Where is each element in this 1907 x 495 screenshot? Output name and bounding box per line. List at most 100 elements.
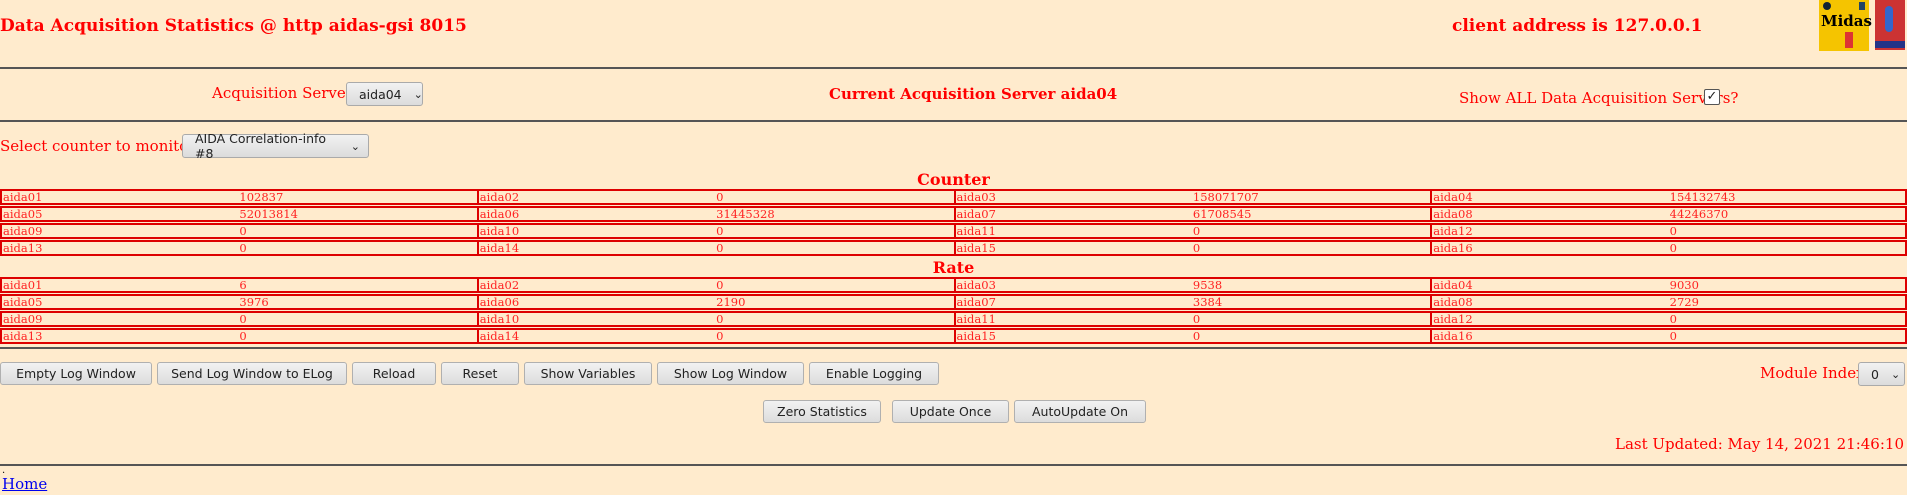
acquisition-servers-label: Acquisition Servers	[212, 84, 361, 102]
value-cell: 0	[1191, 240, 1431, 256]
value-cell: 0	[1668, 328, 1907, 344]
table-row: aida01 102837 aida02 0 aida03 158071707 aida04…	[0, 189, 1907, 205]
value-cell: 0	[715, 223, 954, 239]
divider	[0, 120, 1907, 122]
value-cell: 3976	[238, 294, 477, 310]
table-row: aida09 0 aida10 0 aida11 0 aida12 0	[0, 311, 1907, 327]
server-name-cell: aida01	[0, 277, 239, 293]
value-cell: 0	[1668, 311, 1907, 327]
server-name-cell: aida06	[476, 294, 716, 310]
value-cell: 0	[1191, 223, 1431, 239]
value-cell: 52013814	[238, 206, 477, 222]
value-cell: 154132743	[1668, 189, 1907, 205]
server-name-cell: aida11	[953, 223, 1192, 239]
value-cell: 0	[238, 223, 477, 239]
value-cell: 0	[1191, 328, 1431, 344]
value-cell: 9030	[1668, 277, 1907, 293]
value-cell: 0	[1191, 311, 1431, 327]
table-row: aida01 6 aida02 0 aida03 9538 aida04 9030	[0, 277, 1907, 293]
value-cell: 0	[238, 328, 477, 344]
server-name-cell: aida09	[0, 223, 239, 239]
select-counter-label: Select counter to monitor	[0, 137, 196, 155]
server-name-cell: aida02	[476, 189, 716, 205]
value-cell: 0	[715, 328, 954, 344]
reload-button[interactable]: Reload	[352, 362, 436, 385]
server-name-cell: aida08	[1430, 294, 1669, 310]
value-cell: 158071707	[1191, 189, 1431, 205]
value-cell: 44246370	[1668, 206, 1907, 222]
counter-select-value: AIDA Correlation-info #8	[195, 131, 327, 161]
server-name-cell: aida02	[476, 277, 716, 293]
table-row: aida13 0 aida14 0 aida15 0 aida16 0	[0, 240, 1907, 256]
value-cell: 0	[1668, 223, 1907, 239]
chevron-down-icon: ⌄	[413, 87, 423, 101]
server-name-cell: aida11	[953, 311, 1192, 327]
server-name-cell: aida07	[953, 294, 1192, 310]
server-name-cell: aida12	[1430, 223, 1669, 239]
counter-select[interactable]: AIDA Correlation-info #8 ⌄	[182, 131, 369, 161]
module-index-select[interactable]: 0 ⌄	[1858, 362, 1905, 386]
show-all-servers-label: Show ALL Data Acquisition Servers?	[1459, 89, 1739, 107]
value-cell: 9538	[1191, 277, 1431, 293]
value-cell: 102837	[238, 189, 477, 205]
acquisition-server-value: aida04	[359, 86, 402, 102]
table-row: aida09 0 aida10 0 aida11 0 aida12 0	[0, 223, 1907, 239]
enable-logging-button[interactable]: Enable Logging	[809, 362, 939, 385]
server-name-cell: aida12	[1430, 311, 1669, 327]
counter-table: aida01 102837 aida02 0 aida03 158071707 aida04…	[0, 188, 1907, 257]
counter-heading: Counter	[917, 170, 990, 189]
module-index-value: 0	[1871, 366, 1879, 382]
value-cell: 0	[715, 240, 954, 256]
update-once-button[interactable]: Update Once	[892, 400, 1009, 423]
server-name-cell: aida16	[1430, 240, 1669, 256]
module-index-label: Module Index	[1760, 364, 1865, 382]
client-address: client address is 127.0.0.1	[1452, 16, 1703, 36]
home-link[interactable]: Home	[2, 475, 47, 493]
value-cell: 0	[1668, 240, 1907, 256]
server-name-cell: aida13	[0, 240, 239, 256]
divider	[0, 347, 1907, 349]
current-server: Current Acquisition Server aida04	[829, 85, 1118, 103]
table-row: aida13 0 aida14 0 aida15 0 aida16 0	[0, 328, 1907, 344]
server-name-cell: aida14	[476, 240, 716, 256]
send-log-to-elog-button[interactable]: Send Log Window to ELog	[157, 362, 347, 385]
divider	[0, 464, 1907, 466]
show-variables-button[interactable]: Show Variables	[524, 362, 652, 385]
value-cell: 0	[715, 189, 954, 205]
value-cell: 6	[238, 277, 477, 293]
empty-log-window-button[interactable]: Empty Log Window	[0, 362, 152, 385]
server-name-cell: aida09	[0, 311, 239, 327]
server-name-cell: aida06	[476, 206, 716, 222]
value-cell: 2729	[1668, 294, 1907, 310]
server-name-cell: aida05	[0, 206, 239, 222]
server-name-cell: aida03	[953, 189, 1192, 205]
server-name-cell: aida14	[476, 328, 716, 344]
server-name-cell: aida05	[0, 294, 239, 310]
divider	[0, 67, 1907, 69]
value-cell: 0	[238, 240, 477, 256]
value-cell: 2190	[715, 294, 954, 310]
server-name-cell: aida04	[1430, 277, 1669, 293]
last-updated: Last Updated: May 14, 2021 21:46:10	[1615, 435, 1904, 453]
reset-button[interactable]: Reset	[441, 362, 519, 385]
server-name-cell: aida04	[1430, 189, 1669, 205]
server-name-cell: aida13	[0, 328, 239, 344]
server-name-cell: aida16	[1430, 328, 1669, 344]
show-log-window-button[interactable]: Show Log Window	[657, 362, 804, 385]
acquisition-server-select[interactable]: aida04 ⌄	[346, 82, 423, 106]
chevron-down-icon: ⌄	[1890, 367, 1901, 381]
server-name-cell: aida01	[0, 189, 239, 205]
zero-statistics-button[interactable]: Zero Statistics	[763, 400, 881, 423]
server-name-cell: aida10	[476, 311, 716, 327]
server-name-cell: aida03	[953, 277, 1192, 293]
autoupdate-button[interactable]: AutoUpdate On	[1014, 400, 1146, 423]
checkmark-icon: ✓	[1704, 88, 1720, 105]
show-all-servers-checkbox[interactable]: ✓	[1704, 86, 1720, 105]
value-cell: 31445328	[715, 206, 954, 222]
rate-heading: Rate	[932, 258, 975, 277]
value-cell: 0	[715, 311, 954, 327]
value-cell: 0	[238, 311, 477, 327]
server-name-cell: aida15	[953, 328, 1192, 344]
midas-logo: Midas	[1819, 0, 1872, 51]
server-name-cell: aida08	[1430, 206, 1669, 222]
